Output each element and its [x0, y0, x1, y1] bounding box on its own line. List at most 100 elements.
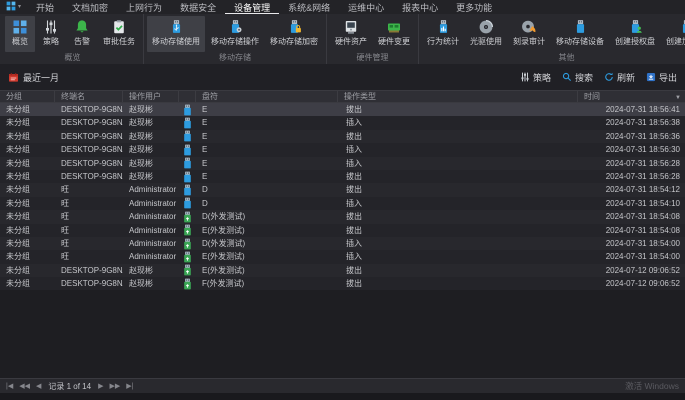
table-row[interactable]: 未分组DESKTOP-9G8NA80赵现彬E拔出2024-07-31 18:56… [0, 170, 685, 183]
date-filter-button[interactable]: 最近一月 [8, 71, 59, 84]
cell-time: 2024-07-31 18:54:00 [578, 250, 685, 263]
ribbon-button-usb-plug[interactable]: 移动存储使用 [147, 16, 205, 52]
menu-item-doc-encryption[interactable]: 文档加密 [63, 3, 117, 13]
ribbon-button-cd-burn[interactable]: 刻录审计 [508, 16, 550, 52]
nav-last-button[interactable]: ▶| [126, 383, 133, 390]
column-header-drive-icon[interactable] [179, 91, 196, 102]
refresh-button[interactable]: 刷新 [604, 71, 635, 84]
usb-operate-icon [228, 18, 243, 35]
refresh-icon [604, 72, 614, 82]
table-row[interactable]: 未分组旺AdministratorD插入2024-07-31 18:54:10 [0, 197, 685, 210]
menu-item-internet-behavior[interactable]: 上网行为 [117, 3, 171, 13]
cell-operation: 拔出 [338, 277, 578, 290]
table-body: 未分组 DESKTOP-9G8NA80 赵现彬 E 拔出 2024-07-31 18:56… [0, 103, 685, 290]
ribbon-button-label: 创建授权盘 [615, 36, 655, 47]
nav-first-button[interactable]: |◀ [6, 383, 13, 390]
record-nav-left: |◀◀◀◀ [6, 383, 41, 390]
ribbon-button-usb-device[interactable]: 移动存储设备 [551, 16, 609, 52]
usb-authorize-icon [628, 18, 643, 35]
ribbon-button-hardware-asset[interactable]: 硬件资产 [330, 16, 372, 52]
menu-item-data-security[interactable]: 数据安全 [171, 3, 225, 13]
ribbon-button-alert-bell[interactable]: 告警 [67, 16, 97, 52]
ribbon-button-label: 刻录审计 [513, 36, 545, 47]
filter-button[interactable]: 策略 [520, 71, 551, 84]
column-header-group[interactable]: 分组 [0, 91, 55, 102]
toolbar-action-label: 刷新 [617, 71, 635, 84]
ribbon-button-label: 移动存储操作 [211, 36, 259, 47]
nav-prev-page-button[interactable]: ◀◀ [19, 383, 30, 390]
cell-terminal: 旺 [55, 210, 123, 223]
ribbon-button-usb-encrypt[interactable]: 创建加密盘 [661, 16, 685, 52]
toolbar-action-label: 策略 [533, 71, 551, 84]
cell-terminal: DESKTOP-9G8NA80 [55, 157, 123, 170]
export-icon [646, 72, 656, 82]
table-row[interactable]: 未分组DESKTOP-9G8NA80赵现彬E插入2024-07-31 18:56… [0, 116, 685, 129]
cell-time: 2024-07-31 18:56:41 [578, 103, 685, 116]
ribbon-group-label: 硬件管理 [330, 52, 415, 64]
cell-user: 赵现彬 [123, 130, 179, 143]
search-button[interactable]: 搜索 [562, 71, 593, 84]
cell-drive: E [196, 130, 338, 143]
cell-terminal: DESKTOP-9G8NA80 [55, 103, 123, 116]
cell-terminal: 旺 [55, 197, 123, 210]
ribbon-button-overview-grid[interactable]: 概览 [5, 16, 35, 52]
nav-prev-button[interactable]: ◀ [36, 383, 41, 390]
menu-item-home[interactable]: 开始 [27, 3, 63, 13]
cell-user: Administrator [123, 237, 179, 250]
table-row[interactable]: 未分组DESKTOP-9G8NA80赵现彬E拔出2024-07-31 18:56… [0, 103, 685, 116]
ribbon-button-usb-operate[interactable]: 移动存储操作 [206, 16, 264, 52]
table-row[interactable]: 未分组旺AdministratorD(外发测试)插入2024-07-31 18:… [0, 237, 685, 250]
record-nav-right: ▶▶▶▶| [98, 383, 133, 390]
cell-drive: D(外发测试) [196, 237, 338, 250]
toolbar-action-label: 搜索 [575, 71, 593, 84]
ribbon-button-label: 光驱使用 [470, 36, 502, 47]
menu-item-ops-center[interactable]: 运维中心 [339, 3, 393, 13]
column-header-user[interactable]: 操作用户 [123, 91, 179, 102]
ribbon-button-label: 移动存储设备 [556, 36, 604, 47]
cell-group: 未分组 [0, 237, 55, 250]
cd-disc-icon [478, 18, 494, 35]
table-row[interactable]: 未分组DESKTOP-9G8NA80赵现彬F(外发测试)拔出2024-07-12… [0, 277, 685, 290]
ribbon-button-label: 创建加密盘 [666, 36, 685, 47]
table-row[interactable]: 未分组旺AdministratorD(外发测试)拔出2024-07-31 18:… [0, 210, 685, 223]
cell-time: 2024-07-31 18:54:08 [578, 224, 685, 237]
toolbar: 最近一月 策略 搜索 刷新导出 [0, 64, 685, 90]
column-header-operation-type[interactable]: 操作类型 [338, 91, 578, 102]
ribbon-button-hardware-change[interactable]: 硬件变更 [373, 16, 415, 52]
menu-item-report-center[interactable]: 报表中心 [393, 3, 447, 13]
ribbon-button-cd-disc[interactable]: 光驱使用 [465, 16, 507, 52]
cell-operation: 拔出 [338, 210, 578, 223]
table-row[interactable]: 未分组DESKTOP-9G8NA80赵现彬E拔出2024-07-31 18:56… [0, 130, 685, 143]
ribbon-button-usb-authorize[interactable]: 创建授权盘 [610, 16, 660, 52]
column-header-terminal[interactable]: 终端名 [55, 91, 123, 102]
cell-terminal: 旺 [55, 183, 123, 196]
nav-next-page-button[interactable]: ▶▶ [109, 383, 120, 390]
export-button[interactable]: 导出 [646, 71, 677, 84]
menu-item-more-features[interactable]: 更多功能 [447, 3, 501, 13]
cell-operation: 插入 [338, 143, 578, 156]
hardware-change-icon [386, 18, 402, 35]
ribbon: 概览策略告警审批任务概览移动存储使用移动存储操作移动存储加密移动存储硬件资产硬件… [0, 14, 685, 64]
ribbon-button-usb-lock[interactable]: 移动存储加密 [265, 16, 323, 52]
cell-user: 赵现彬 [123, 264, 179, 277]
ribbon-button-usb-stats[interactable]: 行为统计 [422, 16, 464, 52]
cell-terminal: 旺 [55, 224, 123, 237]
nav-next-button[interactable]: ▶ [98, 383, 103, 390]
column-header-time[interactable]: 时间▼ [578, 91, 685, 102]
table-row[interactable]: 未分组旺AdministratorE(外发测试)拔出2024-07-31 18:… [0, 224, 685, 237]
sort-desc-icon: ▼ [675, 93, 681, 102]
table-row[interactable]: 未分组旺AdministratorE(外发测试)插入2024-07-31 18:… [0, 250, 685, 263]
menu-item-device-management[interactable]: 设备管理 [225, 3, 279, 14]
table-row[interactable]: 未分组DESKTOP-9G8NA80赵现彬E插入2024-07-31 18:56… [0, 143, 685, 156]
cell-time: 2024-07-31 18:54:10 [578, 197, 685, 210]
column-header-drive[interactable]: 盘符 [196, 91, 338, 102]
menu-item-system-network[interactable]: 系统&网络 [279, 3, 339, 13]
cell-terminal: 旺 [55, 237, 123, 250]
table-row[interactable]: 未分组DESKTOP-9G8NA80赵现彬E插入2024-07-31 18:56… [0, 157, 685, 170]
cell-time: 2024-07-31 18:56:36 [578, 130, 685, 143]
table-row[interactable]: 未分组DESKTOP-9G8NA80赵现彬E(外发测试)拔出2024-07-12… [0, 264, 685, 277]
ribbon-button-policy-sliders[interactable]: 策略 [36, 16, 66, 52]
table-row[interactable]: 未分组旺AdministratorD拔出2024-07-31 18:54:12 [0, 183, 685, 196]
usb-green-icon [179, 210, 196, 223]
ribbon-button-approval-clipboard[interactable]: 审批任务 [98, 16, 140, 52]
